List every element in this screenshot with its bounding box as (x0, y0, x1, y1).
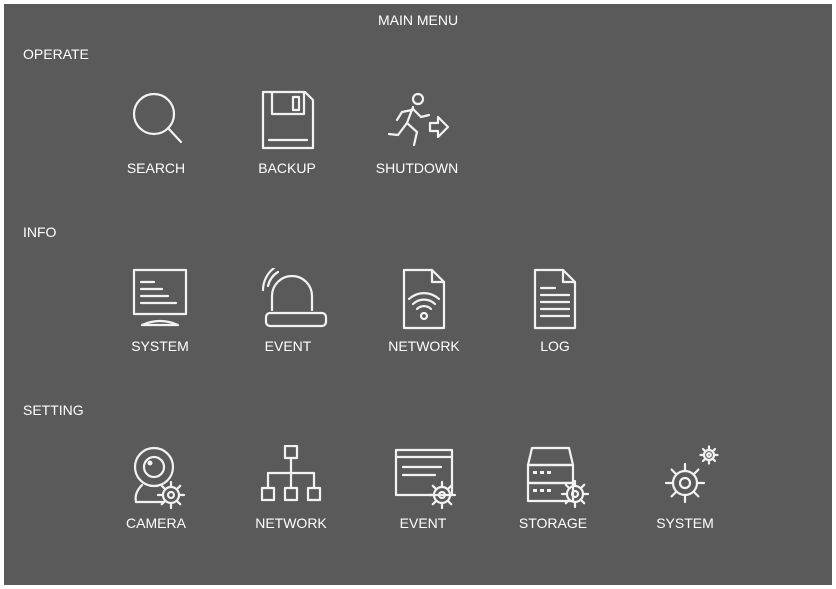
menu-item-info-network[interactable]: NETWORK (369, 268, 479, 368)
log-document-icon (515, 268, 595, 338)
camera-settings-icon (116, 445, 196, 515)
event-settings-icon (383, 445, 463, 515)
menu-item-info-log[interactable]: LOG (500, 268, 610, 368)
menu-item-info-event[interactable]: EVENT (233, 268, 343, 368)
menu-item-label: BACKUP (258, 160, 316, 176)
section-label-setting: SETTING (23, 402, 84, 418)
menu-item-label: SEARCH (126, 160, 186, 176)
menu-item-search[interactable]: SEARCH (101, 90, 211, 190)
magnifier-icon (116, 90, 196, 160)
menu-item-label: EVENT (264, 338, 312, 354)
menu-item-label: STORAGE (518, 515, 588, 531)
section-label-info: INFO (23, 224, 57, 240)
network-tree-icon (251, 445, 331, 515)
menu-item-setting-system[interactable]: SYSTEM (630, 445, 740, 545)
menu-item-setting-network[interactable]: NETWORK (236, 445, 346, 545)
menu-item-label: SYSTEM (131, 338, 189, 354)
menu-item-label: NETWORK (255, 515, 327, 531)
storage-settings-icon (513, 445, 593, 515)
menu-item-setting-camera[interactable]: CAMERA (101, 445, 211, 545)
menu-item-info-system[interactable]: SYSTEM (105, 268, 215, 368)
network-file-icon (384, 268, 464, 338)
page-title: MAIN MENU (377, 12, 459, 28)
menu-item-shutdown[interactable]: SHUTDOWN (362, 90, 472, 190)
menu-item-label: SHUTDOWN (375, 160, 459, 176)
menu-item-label: CAMERA (126, 515, 186, 531)
menu-item-setting-event[interactable]: EVENT (368, 445, 478, 545)
alarm-siren-icon (248, 268, 328, 338)
system-gears-icon (645, 445, 725, 515)
menu-item-label: NETWORK (388, 338, 460, 354)
menu-item-label: EVENT (399, 515, 447, 531)
menu-item-setting-storage[interactable]: STORAGE (498, 445, 608, 545)
monitor-icon (120, 268, 200, 338)
running-exit-icon (377, 90, 457, 160)
menu-item-label: SYSTEM (656, 515, 714, 531)
section-label-operate: OPERATE (23, 46, 89, 62)
menu-item-backup[interactable]: BACKUP (232, 90, 342, 190)
floppy-disk-icon (247, 90, 327, 160)
menu-item-label: LOG (540, 338, 570, 354)
main-menu-panel: MAIN MENU OPERATE SEARCH BACKUP SHUTDOWN… (4, 4, 832, 585)
